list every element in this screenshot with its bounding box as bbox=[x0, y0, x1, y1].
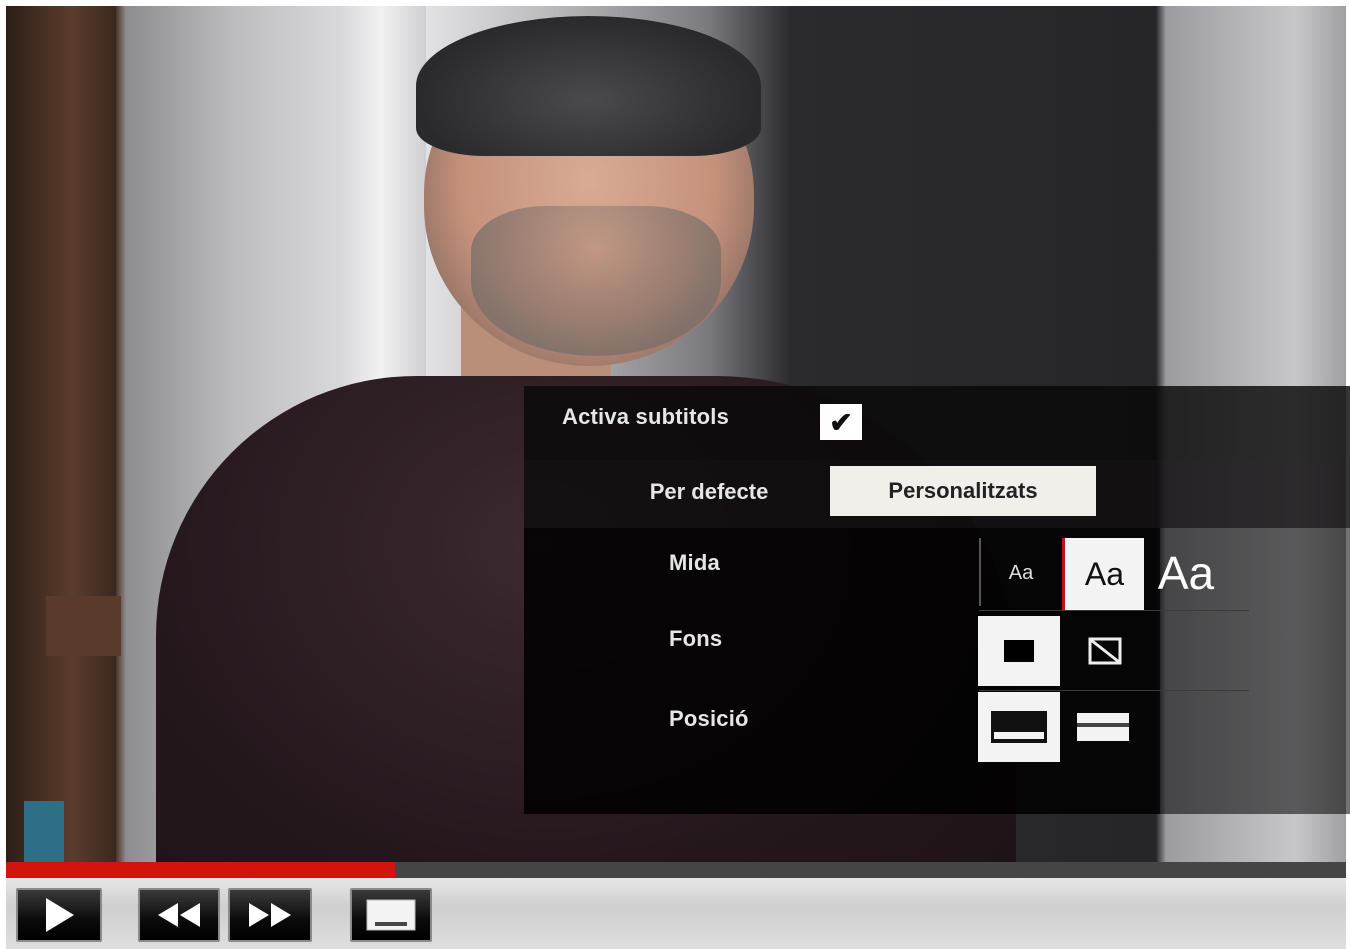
background-option-none[interactable] bbox=[1070, 616, 1140, 686]
tab-custom[interactable]: Personalitzats bbox=[830, 466, 1096, 516]
enable-subtitles-checkbox[interactable]: ✔ bbox=[820, 404, 862, 440]
rewind-button[interactable] bbox=[138, 888, 220, 942]
subtitles-icon bbox=[366, 899, 416, 931]
background-label: Fons bbox=[669, 626, 723, 651]
tab-default-label: Per defecte bbox=[649, 479, 769, 504]
subtitles-settings-panel: Activa subtitols ✔ Per defecte Personali… bbox=[524, 386, 1350, 814]
rewind-icon bbox=[158, 903, 200, 927]
video-scene-shelf bbox=[46, 596, 121, 656]
fast-forward-button[interactable] bbox=[228, 888, 312, 942]
control-bar bbox=[6, 878, 1346, 949]
size-option-medium[interactable]: Aa bbox=[1062, 538, 1144, 610]
progress-bar-fill bbox=[6, 862, 395, 878]
background-row-divider bbox=[979, 690, 1249, 691]
size-options-divider bbox=[979, 538, 981, 606]
size-option-large[interactable]: Aa bbox=[1146, 536, 1226, 610]
background-option-filled[interactable] bbox=[978, 616, 1060, 686]
video-person-beard bbox=[471, 206, 721, 356]
size-option-small[interactable]: Aa bbox=[986, 538, 1056, 608]
enable-subtitles-label: Activa subtitols bbox=[562, 404, 730, 429]
video-scene-door bbox=[6, 6, 116, 862]
video-scene-object bbox=[24, 801, 64, 862]
video-player: Activa subtitols ✔ Per defecte Personali… bbox=[0, 0, 1350, 949]
position-option-bottom[interactable] bbox=[978, 692, 1060, 762]
checkmark-icon: ✔ bbox=[829, 406, 853, 438]
background-filled-icon bbox=[1004, 640, 1034, 662]
position-top-icon bbox=[1077, 713, 1129, 741]
play-button[interactable] bbox=[16, 888, 102, 942]
play-icon bbox=[46, 898, 74, 932]
fast-forward-icon bbox=[249, 903, 291, 927]
position-option-top[interactable] bbox=[1070, 692, 1136, 762]
position-bottom-icon bbox=[991, 711, 1047, 743]
tab-custom-label: Personalitzats bbox=[888, 478, 1038, 503]
position-label: Posició bbox=[669, 706, 749, 731]
size-label: Mida bbox=[669, 550, 720, 575]
size-small-label: Aa bbox=[1008, 561, 1034, 584]
background-none-icon bbox=[1088, 637, 1122, 665]
video-person-hair bbox=[416, 16, 761, 156]
progress-bar[interactable] bbox=[6, 862, 1346, 878]
subtitles-button[interactable] bbox=[350, 888, 432, 942]
tab-default[interactable]: Per defecte bbox=[604, 472, 814, 512]
size-medium-label: Aa bbox=[1084, 555, 1125, 592]
size-row-divider bbox=[979, 610, 1249, 611]
size-large-label: Aa bbox=[1157, 547, 1215, 599]
